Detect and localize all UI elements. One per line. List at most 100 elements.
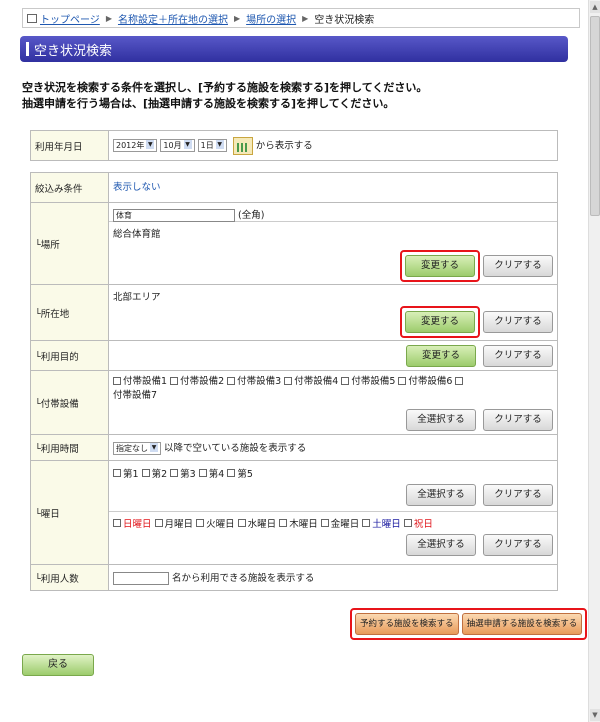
day-item[interactable]: 祝日 (403, 519, 433, 530)
equipment-clear-button[interactable]: クリアする (483, 409, 553, 431)
breadcrumb-separator-icon: ▶ (233, 13, 241, 23)
breadcrumb-link-top[interactable]: トップページ (40, 11, 100, 26)
checkbox[interactable] (198, 469, 207, 477)
day-select-all-button[interactable]: 全選択する (405, 533, 476, 556)
week-item[interactable]: 第1 (113, 469, 139, 480)
day-list: 日曜日 月曜日 火曜日 水曜日 木曜日 金曜日 土曜日 祝日 (113, 516, 553, 530)
home-icon (27, 13, 37, 23)
conditions-table: 絞込み条件 表示しない └場所 体育 (全角) 総合体育館 変更する クリアする (30, 172, 558, 591)
page-title: 空き状況検索 (20, 36, 568, 62)
equipment-item[interactable]: 付帯設備3 (227, 376, 281, 387)
week-item[interactable]: 第3 (170, 469, 196, 480)
page: トップページ ▶ 名称設定＋所在地の選択 ▶ 場所の選択 ▶ 空き状況検索 空き… (0, 0, 588, 722)
chevron-down-icon: ▼ (146, 140, 155, 149)
equipment-list: 付帯設備1 付帯設備2 付帯設備3 付帯設備4 付帯設備5 付帯設備6 付帯設備… (113, 375, 553, 403)
day-item[interactable]: 水曜日 (237, 519, 276, 530)
checkbox[interactable] (403, 519, 412, 527)
time-select[interactable]: 指定なし ▼ (113, 442, 161, 455)
breadcrumb-link-name-location[interactable]: 名称設定＋所在地の選択 (118, 11, 228, 26)
time-label: └利用時間 (30, 434, 109, 461)
week-item[interactable]: 第2 (141, 469, 167, 480)
date-table: 利用年月日 2012年 ▼ 10月 ▼ 1日 ▼ から表示する (30, 130, 558, 161)
vertical-scrollbar[interactable]: ▲ ▼ (588, 0, 600, 722)
breadcrumb-separator-icon: ▶ (105, 13, 112, 23)
location-label: └所在地 (30, 284, 109, 341)
year-select[interactable]: 2012年 ▼ (113, 139, 158, 152)
equipment-item[interactable]: 付帯設備1 (113, 376, 167, 387)
description-line-1: 空き状況を検索する条件を選択し、[予約する施設を検索する]を押してください。 (22, 81, 428, 94)
place-text-input[interactable]: 体育 (113, 208, 235, 222)
checkbox[interactable] (113, 519, 121, 527)
day-item[interactable]: 日曜日 (113, 519, 152, 530)
week-clear-button[interactable]: クリアする (483, 483, 553, 506)
search-actions-highlight: 予約する施設を検索する 抽選申請する施設を検索する (350, 608, 588, 640)
location-change-button[interactable]: 変更する (404, 311, 475, 333)
search-reserve-button[interactable]: 予約する施設を検索する (355, 613, 459, 635)
place-selected: 総合体育館 (113, 228, 161, 240)
day-item[interactable]: 火曜日 (196, 519, 235, 530)
purpose-change-button[interactable]: 変更する (405, 344, 476, 367)
checkbox[interactable] (398, 376, 407, 385)
breadcrumb: トップページ ▶ 名称設定＋所在地の選択 ▶ 場所の選択 ▶ 空き状況検索 (22, 8, 580, 28)
week-select-all-button[interactable]: 全選択する (405, 483, 476, 506)
people-input[interactable] (113, 572, 169, 585)
location-clear-button[interactable]: クリアする (483, 311, 553, 333)
checkbox[interactable] (279, 519, 288, 527)
place-input-note: (全角) (238, 209, 265, 221)
back-button[interactable]: 戻る (22, 654, 94, 676)
place-label: └場所 (30, 202, 109, 285)
week-item[interactable]: 第5 (227, 469, 253, 480)
day-item[interactable]: 木曜日 (279, 519, 318, 530)
checkbox[interactable] (341, 376, 350, 385)
filter-label: 絞込み条件 (30, 172, 109, 203)
checkbox[interactable] (170, 469, 179, 477)
day-clear-button[interactable]: クリアする (483, 533, 553, 556)
week-item[interactable]: 第4 (198, 469, 224, 480)
breadcrumb-link-place[interactable]: 場所の選択 (246, 11, 296, 26)
day-item[interactable]: 土曜日 (362, 519, 401, 530)
place-clear-button[interactable]: クリアする (483, 254, 553, 277)
checkbox[interactable] (113, 469, 121, 477)
date-label: 利用年月日 (30, 130, 109, 161)
chevron-down-icon: ▼ (183, 140, 192, 149)
checkbox[interactable] (170, 376, 179, 385)
search-lottery-button[interactable]: 抽選申請する施設を検索する (461, 613, 583, 635)
equipment-item[interactable]: 付帯設備2 (170, 376, 224, 387)
equipment-label: └付帯設備 (30, 370, 109, 435)
day-select[interactable]: 1日 ▼ (197, 139, 227, 152)
scroll-up-icon[interactable]: ▲ (590, 1, 600, 13)
equipment-item[interactable]: 付帯設備4 (284, 376, 338, 387)
day-item[interactable]: 金曜日 (320, 519, 359, 530)
description-line-2: 抽選申請を行う場合は、[抽選申請する施設を検索する]を押してください。 (22, 97, 395, 110)
checkbox[interactable] (154, 519, 163, 527)
chevron-down-icon: ▼ (215, 140, 224, 149)
description: 空き状況を検索する条件を選択し、[予約する施設を検索する]を押してください。 抽… (22, 80, 427, 112)
checkbox[interactable] (113, 376, 121, 385)
checkbox[interactable] (237, 519, 246, 527)
checkbox[interactable] (320, 519, 329, 527)
chevron-down-icon: ▼ (150, 443, 158, 452)
month-select[interactable]: 10月 ▼ (160, 139, 195, 152)
checkbox[interactable] (141, 469, 150, 477)
checkbox[interactable] (455, 376, 464, 385)
checkbox[interactable] (227, 469, 236, 477)
scroll-down-icon[interactable]: ▼ (590, 709, 600, 721)
checkbox[interactable] (196, 519, 205, 527)
checkbox[interactable] (227, 376, 236, 385)
checkbox[interactable] (362, 519, 371, 527)
checkbox[interactable] (284, 376, 293, 385)
scroll-thumb[interactable] (590, 16, 600, 216)
location-selected: 北部エリア (113, 292, 161, 303)
equipment-item[interactable]: 付帯設備6 (398, 376, 452, 387)
equipment-item[interactable]: 付帯設備7 (113, 390, 157, 401)
place-change-highlight: 変更する (399, 249, 480, 282)
filter-toggle-link[interactable]: 表示しない (113, 182, 161, 193)
purpose-clear-button[interactable]: クリアする (483, 344, 553, 367)
equipment-item[interactable]: 付帯設備5 (341, 376, 395, 387)
calendar-icon[interactable] (232, 136, 253, 155)
day-item[interactable]: 月曜日 (154, 519, 193, 530)
equipment-select-all-button[interactable]: 全選択する (405, 409, 476, 431)
location-change-highlight: 変更する (399, 306, 480, 338)
place-change-button[interactable]: 変更する (404, 254, 475, 277)
date-suffix: から表示する (255, 140, 313, 151)
